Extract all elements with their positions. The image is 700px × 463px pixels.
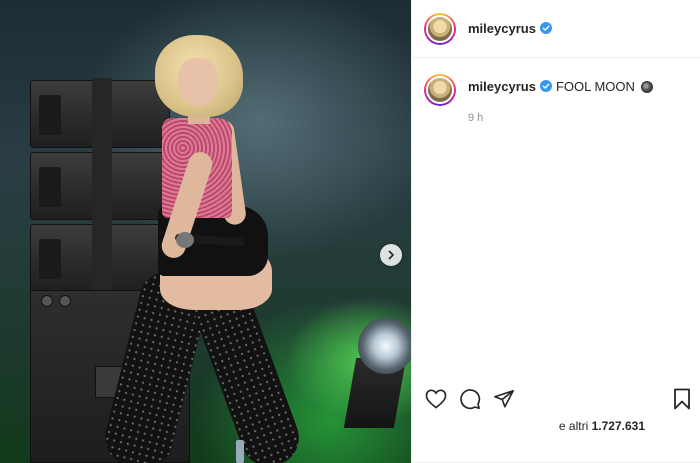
like-button[interactable]: [424, 387, 448, 411]
verified-badge-icon: [539, 80, 552, 92]
header-username[interactable]: mileycyrus: [468, 21, 552, 36]
post-photo[interactable]: [0, 0, 411, 463]
next-photo-button[interactable]: [380, 244, 402, 266]
verified-badge-icon: [539, 22, 552, 34]
caption-username[interactable]: mileycyrus: [468, 79, 536, 94]
comment-button[interactable]: [458, 387, 482, 411]
comment-icon: [460, 389, 481, 410]
new-moon-icon: [640, 81, 653, 93]
likes-summary[interactable]: e altri 1.727.631: [412, 419, 645, 433]
caption-row: mileycyrus FOOL MOON: [412, 58, 700, 106]
post-sidebar: mileycyrus mileycyrus FOOL MOON 9 h e al…: [411, 0, 700, 463]
stage-light: [343, 318, 411, 428]
post-timestamp[interactable]: 9 h: [468, 112, 700, 124]
share-button[interactable]: [492, 387, 516, 411]
performer-face: [178, 58, 218, 106]
paper-plane-icon: [494, 390, 514, 408]
likes-prefix: e altri: [558, 419, 589, 433]
floor-light: [236, 440, 244, 463]
likes-count[interactable]: 1.727.631: [592, 419, 645, 433]
caption-avatar[interactable]: [424, 74, 456, 106]
instagram-post: mileycyrus mileycyrus FOOL MOON 9 h e al…: [0, 0, 700, 463]
action-bar: [424, 386, 694, 412]
heart-icon: [425, 389, 447, 409]
performer-figure: [98, 30, 310, 463]
avatar[interactable]: [424, 12, 456, 45]
microphone-head: [176, 232, 194, 248]
post-header: mileycyrus: [412, 0, 700, 58]
caption-text: FOOL MOON: [555, 79, 635, 94]
chevron-right-icon: [388, 250, 394, 260]
caption: mileycyrus FOOL MOON: [468, 74, 653, 96]
username-text[interactable]: mileycyrus: [468, 21, 536, 36]
bookmark-icon: [674, 388, 690, 410]
save-button[interactable]: [670, 387, 694, 411]
